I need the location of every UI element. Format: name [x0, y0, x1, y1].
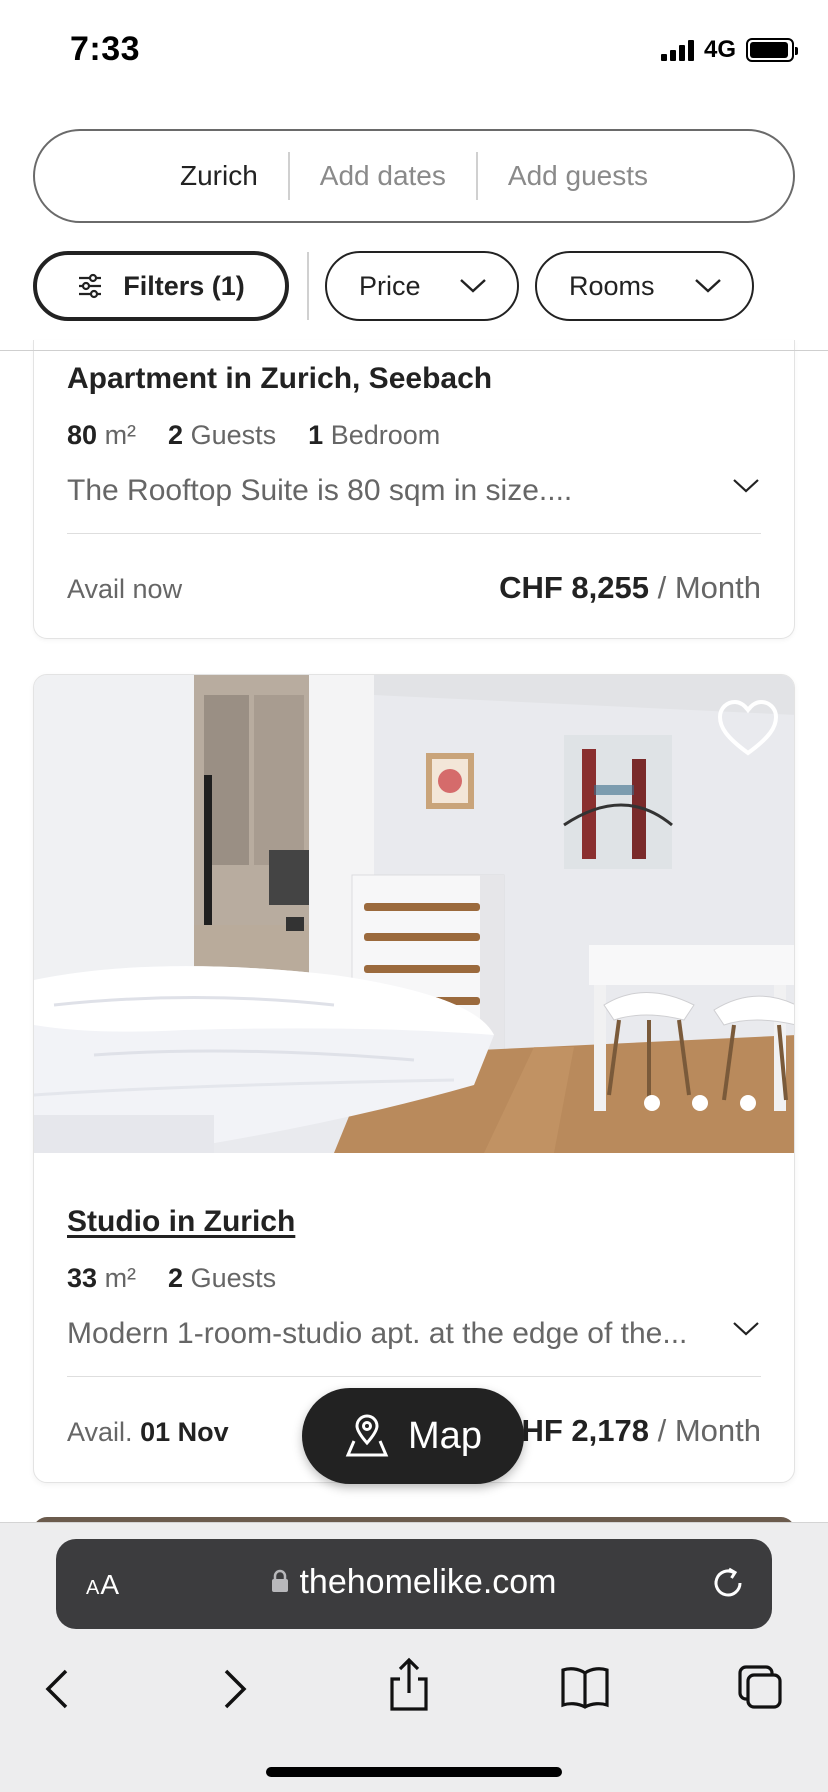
listing-photo[interactable]: [34, 675, 794, 1153]
chevron-right-icon[interactable]: [222, 1667, 250, 1711]
signal-icon: [660, 39, 694, 61]
listing-title[interactable]: Apartment in Zurich, Seebach: [67, 362, 492, 396]
listing-price: HF 2,178 / Month: [521, 1413, 761, 1448]
search-bar[interactable]: Zurich Add dates Add guests: [33, 129, 795, 223]
pagination-dot[interactable]: [644, 1095, 660, 1111]
card-divider: [67, 1376, 761, 1377]
listing-guests: 2 Guests: [168, 420, 277, 450]
battery-icon: [746, 38, 798, 62]
filters-label: Filters (1): [123, 270, 245, 301]
lock-icon: [272, 1569, 289, 1593]
address-bar[interactable]: AA thehomelike.com: [56, 1539, 772, 1629]
home-indicator[interactable]: [266, 1767, 562, 1777]
tabs-icon[interactable]: [736, 1663, 784, 1711]
search-location[interactable]: Zurich: [150, 160, 288, 192]
browser-toolbar: [0, 1657, 828, 1747]
listing-title-link[interactable]: Studio in Zurich: [67, 1205, 295, 1239]
map-pin-icon: [345, 1414, 389, 1457]
network-type: 4G: [703, 36, 736, 63]
status-time: 7:33: [70, 30, 141, 68]
search-dates[interactable]: Add dates: [290, 160, 476, 192]
listing-card[interactable]: Studio in Zurich 33 m² 2 Guests Modern 1…: [33, 674, 795, 1483]
filter-divider: [307, 252, 309, 320]
listing-description: The Rooftop Suite is 80 sqm in size....: [67, 474, 573, 507]
sliders-icon: [79, 273, 102, 299]
chevron-down-icon[interactable]: [732, 478, 760, 494]
rooms-dropdown[interactable]: Rooms: [535, 251, 754, 321]
listing-guests: 2 Guests: [168, 1263, 277, 1293]
price-dropdown[interactable]: Price: [325, 251, 519, 321]
listing-meta: 80 m² 2 Guests 1 Bedroom: [67, 420, 440, 451]
map-button-label: Map: [408, 1414, 482, 1457]
rooms-label: Rooms: [569, 270, 655, 301]
listing-availability: Avail. 01 Nov: [67, 1417, 229, 1447]
url-display[interactable]: thehomelike.com: [56, 1563, 772, 1602]
filter-row: Filters (1) Price Rooms: [33, 251, 754, 321]
heart-icon[interactable]: [716, 699, 780, 757]
listing-bedrooms: 1 Bedroom: [308, 420, 441, 450]
search-guests[interactable]: Add guests: [478, 160, 678, 192]
url-text: thehomelike.com: [299, 1563, 557, 1601]
listing-card[interactable]: Apartment in Zurich, Seebach 80 m² 2 Gue…: [33, 340, 795, 639]
listing-availability: Avail now: [67, 574, 183, 604]
status-indicators: 4G: [660, 36, 798, 64]
chevron-left-icon[interactable]: [42, 1667, 70, 1711]
pagination-dot[interactable]: [692, 1095, 708, 1111]
photo-pagination[interactable]: [644, 1095, 756, 1111]
listing-description: Modern 1-room-studio apt. at the edge of…: [67, 1317, 688, 1350]
listing-price: CHF 8,255 / Month: [499, 570, 761, 605]
pagination-dot[interactable]: [740, 1095, 756, 1111]
share-icon[interactable]: [388, 1657, 430, 1713]
reload-icon[interactable]: [710, 1565, 746, 1601]
map-button[interactable]: Map: [302, 1388, 524, 1484]
card-divider: [67, 533, 761, 534]
chevron-down-icon: [460, 279, 486, 293]
chevron-down-icon[interactable]: [732, 1321, 760, 1337]
header-divider: [0, 350, 828, 351]
book-icon[interactable]: [560, 1665, 610, 1709]
battery-level: [750, 42, 788, 58]
price-label: Price: [359, 270, 421, 301]
chevron-down-icon: [695, 279, 721, 293]
filters-button[interactable]: Filters (1): [33, 251, 289, 321]
listing-size: 80 m²: [67, 420, 137, 450]
browser-chrome: AA thehomelike.com: [0, 1522, 828, 1792]
listing-meta: 33 m² 2 Guests: [67, 1263, 276, 1294]
listing-size: 33 m²: [67, 1263, 137, 1293]
status-bar: 7:33 4G: [0, 0, 828, 100]
